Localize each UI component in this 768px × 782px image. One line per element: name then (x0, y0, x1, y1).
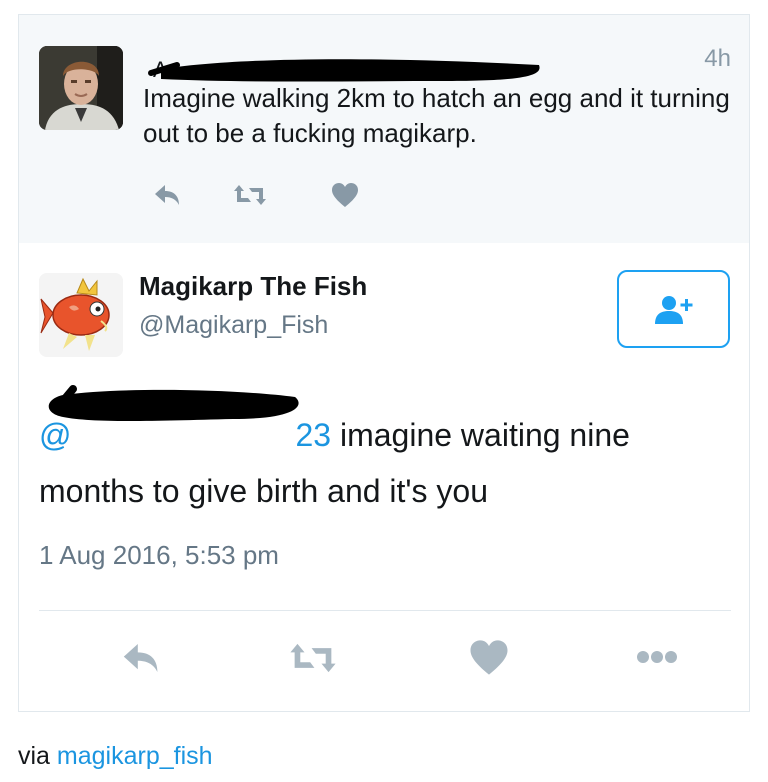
reply-icon[interactable] (153, 183, 183, 207)
more-icon[interactable] (635, 649, 679, 665)
via-prefix: via (18, 742, 50, 770)
divider (39, 610, 731, 611)
reply-icon[interactable] (121, 641, 163, 675)
magikarp-fish-image (39, 273, 123, 357)
reply-action-bar (143, 181, 403, 211)
magikarp-avatar[interactable] (39, 273, 123, 357)
reply-text: Imagine walking 2km to hatch an egg and … (143, 83, 730, 148)
display-name[interactable]: Magikarp The Fish (139, 271, 367, 302)
redacted-name-scribble: A (148, 57, 540, 82)
retweet-icon[interactable] (233, 183, 267, 207)
follow-icon (655, 296, 693, 324)
tweet-action-bar (39, 621, 729, 691)
reply-avatar[interactable] (39, 46, 123, 130)
reply-tweet[interactable]: A 4h Imagine walking 2km to hatch an egg… (18, 14, 750, 244)
like-icon[interactable] (331, 182, 359, 208)
follow-button[interactable] (617, 270, 730, 348)
reply-timestamp: 4h (704, 45, 731, 72)
tweet-timestamp[interactable]: 1 Aug 2016, 5:53 pm (39, 540, 279, 571)
user-handle[interactable]: @Magikarp_Fish (139, 311, 328, 340)
via-credit: via magikarp_fish (18, 742, 213, 771)
retweet-icon[interactable] (289, 641, 337, 675)
person-avatar-image (39, 46, 123, 130)
redacted-mention-scribble (48, 385, 299, 421)
via-link[interactable]: magikarp_fish (57, 742, 213, 770)
main-tweet[interactable]: Magikarp The Fish @Magikarp_Fish @23 ima… (18, 243, 750, 712)
like-icon[interactable] (469, 639, 509, 676)
